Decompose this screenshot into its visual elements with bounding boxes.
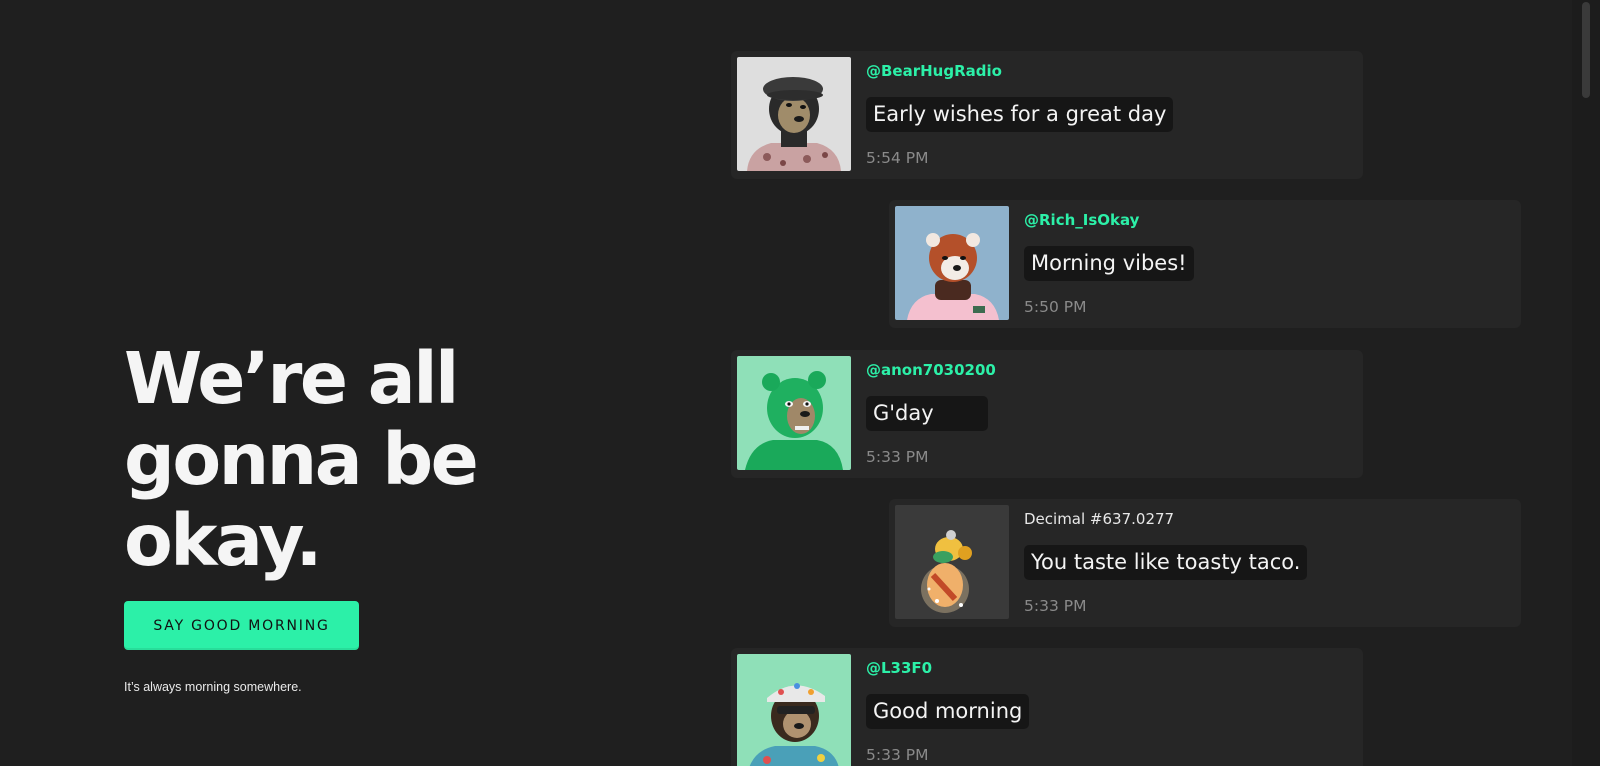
message-text: Morning vibes! — [1024, 246, 1194, 281]
message-text: G'day — [866, 396, 988, 431]
message-handle[interactable]: @Rich_IsOkay — [1024, 211, 1139, 229]
message-text: Good morning — [866, 694, 1030, 729]
bear-flatcap-avatar[interactable] — [737, 57, 851, 171]
message-card: @anon7030200 G'day 5:33 PM — [731, 350, 1363, 478]
message-card: @BearHugRadio Early wishes for a great d… — [731, 51, 1363, 179]
bear-floral-cap-avatar[interactable] — [737, 654, 851, 766]
message-card: Decimal #637.0277 You taste like toasty … — [889, 499, 1521, 627]
hero-headline: We’re all gonna be okay. — [124, 337, 479, 582]
hero-section: We’re all gonna be okay. — [124, 338, 544, 581]
scrollbar-thumb[interactable] — [1582, 2, 1590, 98]
message-card: @L33F0 Good morning 5:33 PM — [731, 648, 1363, 766]
scrollbar[interactable] — [1572, 0, 1600, 766]
say-good-morning-button[interactable]: SAY GOOD MORNING — [124, 601, 359, 650]
page: We’re all gonna be okay. SAY GOOD MORNIN… — [0, 0, 1600, 766]
message-timestamp: 5:33 PM — [866, 448, 929, 466]
message-handle[interactable]: Decimal #637.0277 — [1024, 510, 1174, 528]
message-card: @Rich_IsOkay Morning vibes! 5:50 PM — [889, 200, 1521, 328]
message-handle[interactable]: @BearHugRadio — [866, 62, 1002, 80]
message-handle[interactable]: @L33F0 — [866, 659, 932, 677]
message-timestamp: 5:33 PM — [866, 746, 929, 764]
message-handle[interactable]: @anon7030200 — [866, 361, 996, 379]
message-text: Early wishes for a great day — [866, 97, 1174, 132]
message-text: You taste like toasty taco. — [1024, 545, 1308, 580]
message-timestamp: 5:33 PM — [1024, 597, 1087, 615]
hero-tagline: It’s always morning somewhere. — [124, 680, 302, 694]
message-timestamp: 5:50 PM — [1024, 298, 1087, 316]
message-timestamp: 5:54 PM — [866, 149, 929, 167]
taco-creature-avatar[interactable] — [895, 505, 1009, 619]
red-panda-avatar[interactable] — [895, 206, 1009, 320]
green-bear-avatar[interactable] — [737, 356, 851, 470]
